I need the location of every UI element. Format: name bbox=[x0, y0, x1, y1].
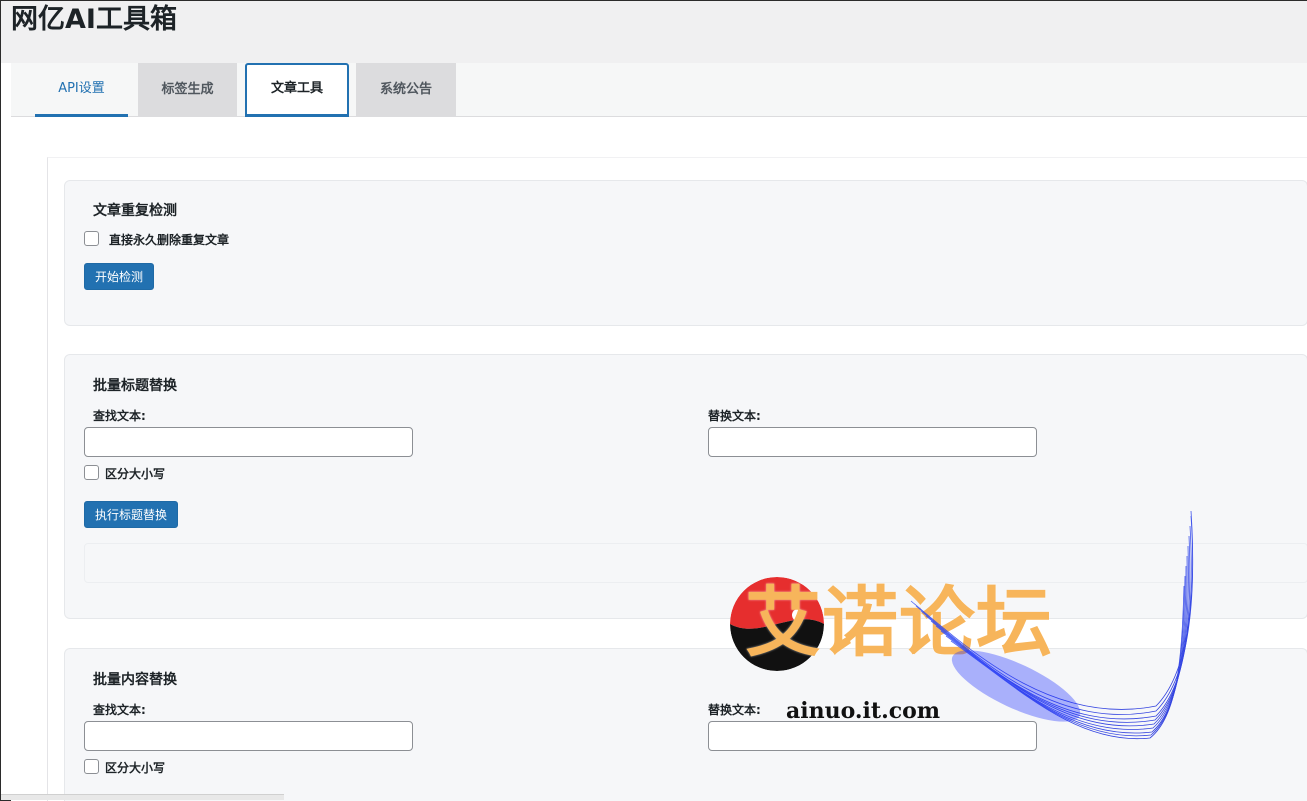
delete-duplicates-checkbox[interactable] bbox=[84, 231, 99, 246]
tab-article-tools[interactable]: 文章工具 bbox=[245, 63, 349, 117]
title-replace-title: 批量标题替换 bbox=[93, 378, 177, 394]
content-case-sensitive-checkbox[interactable] bbox=[84, 759, 99, 774]
app-title: 网亿AI工具箱 bbox=[11, 4, 177, 35]
tab-api-settings[interactable]: API设置 bbox=[35, 63, 128, 117]
title-find-input[interactable] bbox=[84, 427, 413, 457]
tab-tag-generation[interactable]: 标签生成 bbox=[138, 63, 237, 117]
run-title-replace-button[interactable]: 执行标题替换 bbox=[84, 501, 179, 528]
start-check-button[interactable]: 开始检测 bbox=[84, 263, 155, 290]
content-replace-label: 替换文本: bbox=[708, 703, 761, 717]
tab-bar: API设置 标签生成 文章工具 系统公告 bbox=[11, 63, 1307, 117]
app-header: 网亿AI工具箱 bbox=[1, 1, 1307, 63]
status-bar bbox=[1, 794, 284, 800]
content-find-input[interactable] bbox=[84, 721, 413, 751]
tab-system-notice[interactable]: 系统公告 bbox=[356, 63, 456, 117]
delete-duplicates-label: 直接永久删除重复文章 bbox=[109, 233, 230, 247]
content-case-sensitive-label: 区分大小写 bbox=[105, 761, 166, 775]
content-replace-title: 批量内容替换 bbox=[93, 672, 177, 688]
content-find-label: 查找文本: bbox=[93, 703, 146, 717]
watermark-swoosh-icon bbox=[910, 510, 1194, 740]
duplicate-check-card: 文章重复检测 直接永久删除重复文章 开始检测 bbox=[64, 180, 1307, 326]
title-replace-input[interactable] bbox=[708, 427, 1037, 457]
title-replace-label: 替换文本: bbox=[708, 409, 761, 423]
title-find-label: 查找文本: bbox=[93, 409, 146, 423]
title-case-sensitive-label: 区分大小写 bbox=[105, 467, 166, 481]
duplicate-check-title: 文章重复检测 bbox=[93, 203, 177, 219]
title-case-sensitive-checkbox[interactable] bbox=[84, 465, 99, 480]
